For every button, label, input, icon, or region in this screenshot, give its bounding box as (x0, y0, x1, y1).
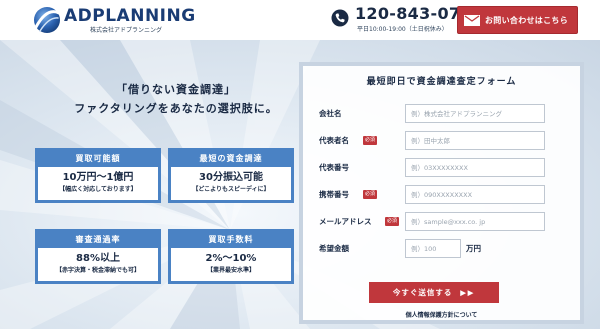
form-row-representative: 代表者名 必須 (319, 131, 569, 151)
card-note: 【どこよりもスピーディに】 (192, 186, 270, 193)
desired-amount-input[interactable] (405, 239, 461, 258)
feature-card-fastest-funding: 最短の資金調達 30分振込可能 【どこよりもスピーディに】 (168, 148, 294, 203)
card-note: 【幅広く対応しております】 (59, 186, 137, 193)
hero-headline: 「借りない資金調達」 ファクタリングをあなたの選択肢に。 (56, 80, 296, 118)
form-row-amount: 希望金額 万円 (319, 239, 569, 259)
card-main-value: 88%以上 (76, 253, 120, 264)
card-main-value: 2%〜10% (205, 253, 257, 264)
field-label: 代表者名 (319, 136, 349, 145)
card-title: 審査通過率 (75, 235, 121, 244)
contact-button-label: お問い合わせはこちら (485, 15, 568, 25)
amount-unit: 万円 (466, 244, 481, 253)
company-name-input[interactable] (405, 104, 545, 123)
field-label: 携帯番号 (319, 190, 349, 199)
card-body: 2%〜10% 【業界最安水準】 (171, 248, 291, 281)
feature-card-purchase-amount: 買取可能額 10万円〜1億円 【幅広く対応しております】 (35, 148, 161, 203)
email-input[interactable] (405, 212, 545, 231)
card-note: 【赤字決算・税金滞納でも可】 (55, 267, 140, 274)
brand-name[interactable]: ADPLANNING (64, 7, 196, 25)
main-phone-input[interactable] (405, 158, 545, 177)
feature-card-approval-rate: 審査通過率 88%以上 【赤字決算・税金滞納でも可】 (35, 229, 161, 284)
card-note: 【業界最安水準】 (206, 267, 255, 274)
quote-form: 最短即日で資金調達査定フォーム 会社名 代表者名 必須 代表番号 携帯番号 必須… (299, 62, 584, 324)
card-body: 10万円〜1億円 【幅広く対応しております】 (38, 167, 158, 200)
required-badge: 必須 (363, 136, 378, 145)
field-label: 希望金額 (319, 244, 349, 253)
required-badge: 必須 (363, 190, 378, 199)
form-row-company: 会社名 (319, 104, 569, 124)
card-title: 買取可能額 (75, 154, 121, 163)
arrow-right-icon: ▶▶ (460, 289, 476, 297)
card-main-value: 10万円〜1億円 (62, 172, 134, 183)
phone-icon (331, 9, 349, 27)
phone-number[interactable]: 120-843-075 (355, 5, 472, 23)
form-row-email: メールアドレス 必須 (319, 212, 569, 232)
representative-name-input[interactable] (405, 131, 545, 150)
form-row-mobile: 携帯番号 必須 (319, 185, 569, 205)
card-body: 88%以上 【赤字決算・税金滞納でも可】 (38, 248, 158, 281)
headline-line-1: 「借りない資金調達」 (116, 83, 236, 96)
mobile-phone-input[interactable] (405, 185, 545, 204)
card-main-value: 30分振込可能 (199, 172, 263, 183)
globe-logo-icon[interactable] (32, 5, 62, 35)
brand-company-name: 株式会社アドプランニング (90, 27, 163, 34)
feature-card-fee: 買取手数料 2%〜10% 【業界最安水準】 (168, 229, 294, 284)
required-badge: 必須 (385, 217, 400, 226)
headline-line-2: ファクタリングをあなたの選択肢に。 (74, 102, 278, 115)
card-title: 買取手数料 (208, 235, 254, 244)
field-label: 代表番号 (319, 163, 349, 172)
contact-button[interactable]: お問い合わせはこちら (457, 6, 578, 34)
form-row-main-phone: 代表番号 (319, 158, 569, 178)
site-header: ADPLANNING 株式会社アドプランニング 120-843-075 平日10… (0, 0, 600, 40)
submit-button-label: 今すぐ送信する (392, 288, 453, 297)
card-title: 最短の資金調達 (199, 154, 263, 163)
submit-button[interactable]: 今すぐ送信する ▶▶ (369, 282, 499, 303)
privacy-policy-link[interactable]: 個人情報保護方針について (303, 310, 580, 319)
business-hours: 平日10:00-19:00（土日祝休み） (357, 26, 448, 33)
mail-icon (464, 14, 480, 26)
form-title: 最短即日で資金調達査定フォーム (366, 77, 517, 87)
hero-section: 「借りない資金調達」 ファクタリングをあなたの選択肢に。 買取可能額 10万円〜… (0, 40, 600, 329)
field-label: 会社名 (319, 109, 342, 118)
card-body: 30分振込可能 【どこよりもスピーディに】 (171, 167, 291, 200)
field-label: メールアドレス (319, 217, 372, 226)
